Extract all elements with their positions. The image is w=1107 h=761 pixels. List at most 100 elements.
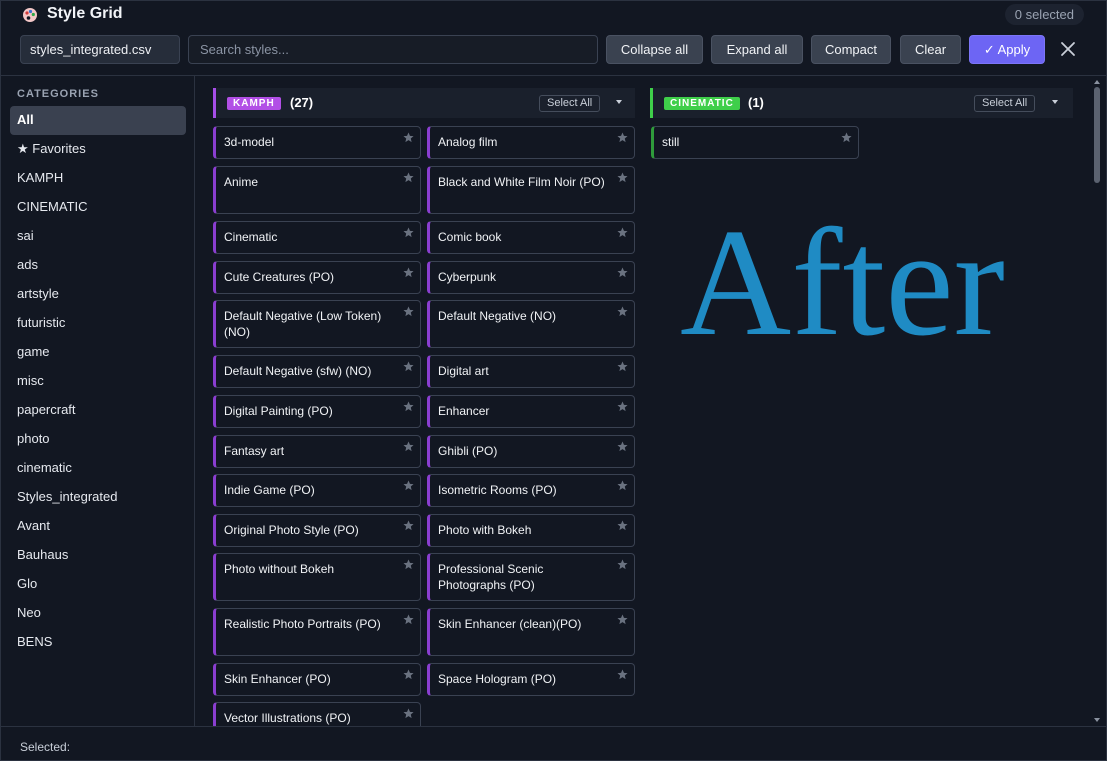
category-item-neo[interactable]: Neo xyxy=(10,599,186,628)
style-card[interactable]: 3d-model xyxy=(213,126,421,159)
select-all-button[interactable]: Select All xyxy=(974,95,1036,112)
style-card[interactable]: Cute Creatures (PO) xyxy=(213,261,421,294)
style-card[interactable]: Cyberpunk xyxy=(427,261,635,294)
star-icon[interactable] xyxy=(617,480,628,491)
star-icon[interactable] xyxy=(617,132,628,143)
star-icon[interactable] xyxy=(617,669,628,680)
style-card[interactable]: still xyxy=(651,126,859,159)
star-icon[interactable] xyxy=(403,172,414,183)
category-item-cinematic-upper[interactable]: CINEMATIC xyxy=(10,193,186,222)
category-item-sai[interactable]: sai xyxy=(10,222,186,251)
star-icon[interactable] xyxy=(617,306,628,317)
star-icon[interactable] xyxy=(403,132,414,143)
style-card[interactable]: Professional Scenic Photographs (PO) xyxy=(427,553,635,601)
app-title: Style Grid xyxy=(47,5,123,22)
star-icon[interactable] xyxy=(617,227,628,238)
category-item-glo[interactable]: Glo xyxy=(10,570,186,599)
star-icon[interactable] xyxy=(403,708,414,719)
search-input[interactable] xyxy=(188,35,598,64)
style-card[interactable]: Skin Enhancer (PO) xyxy=(213,663,421,696)
star-icon[interactable] xyxy=(617,441,628,452)
star-icon[interactable] xyxy=(403,227,414,238)
style-card[interactable]: Indie Game (PO) xyxy=(213,474,421,507)
expand-all-button[interactable]: Expand all xyxy=(711,35,803,64)
category-item-artstyle[interactable]: artstyle xyxy=(10,280,186,309)
select-all-button[interactable]: Select All xyxy=(539,95,601,112)
category-item-bens[interactable]: BENS xyxy=(10,628,186,657)
selected-label: Selected: xyxy=(20,740,71,754)
star-icon[interactable] xyxy=(403,401,414,412)
category-item-kamph[interactable]: KAMPH xyxy=(10,164,186,193)
category-item-game[interactable]: game xyxy=(10,338,186,367)
style-card[interactable]: Default Negative (Low Token) (NO) xyxy=(213,300,421,348)
clear-button[interactable]: Clear xyxy=(900,35,961,64)
star-icon[interactable] xyxy=(403,559,414,570)
star-icon[interactable] xyxy=(617,401,628,412)
style-card[interactable]: Black and White Film Noir (PO) xyxy=(427,166,635,214)
star-icon[interactable] xyxy=(617,614,628,625)
star-icon[interactable] xyxy=(617,361,628,372)
style-card[interactable]: Skin Enhancer (clean)(PO) xyxy=(427,608,635,656)
category-item-cinematic[interactable]: cinematic xyxy=(10,454,186,483)
star-icon[interactable] xyxy=(617,559,628,570)
group-header-cinematic[interactable]: CINEMATIC (1) Select All xyxy=(650,88,1073,118)
style-card[interactable]: Vector Illustrations (PO) xyxy=(213,702,421,726)
style-card[interactable]: Comic book xyxy=(427,221,635,254)
star-icon[interactable] xyxy=(403,614,414,625)
compact-button[interactable]: Compact xyxy=(811,35,891,64)
star-icon[interactable] xyxy=(617,520,628,531)
scrollbar-thumb[interactable] xyxy=(1094,87,1100,183)
style-card[interactable]: Photo without Bokeh xyxy=(213,553,421,601)
star-icon[interactable] xyxy=(403,441,414,452)
star-icon[interactable] xyxy=(403,480,414,491)
star-icon[interactable] xyxy=(617,172,628,183)
star-icon[interactable] xyxy=(403,267,414,278)
category-item-avant[interactable]: Avant xyxy=(10,512,186,541)
style-card[interactable]: Enhancer xyxy=(427,395,635,428)
style-card[interactable]: Fantasy art xyxy=(213,435,421,468)
star-icon[interactable] xyxy=(403,306,414,317)
style-card[interactable]: Digital art xyxy=(427,355,635,388)
style-card[interactable]: Space Hologram (PO) xyxy=(427,663,635,696)
scroll-up-icon[interactable] xyxy=(1094,79,1100,85)
style-card[interactable]: Anime xyxy=(213,166,421,214)
collapse-all-button[interactable]: Collapse all xyxy=(606,35,703,64)
category-item-papercraft[interactable]: papercraft xyxy=(10,396,186,425)
style-card[interactable]: Photo with Bokeh xyxy=(427,514,635,547)
style-card[interactable]: Realistic Photo Portraits (PO) xyxy=(213,608,421,656)
chevron-down-icon[interactable] xyxy=(614,97,624,107)
category-item-ads[interactable]: ads xyxy=(10,251,186,280)
style-card[interactable]: Default Negative (NO) xyxy=(427,300,635,348)
star-icon[interactable] xyxy=(403,669,414,680)
star-icon[interactable] xyxy=(403,361,414,372)
category-item-misc[interactable]: misc xyxy=(10,367,186,396)
style-card[interactable]: Isometric Rooms (PO) xyxy=(427,474,635,507)
group-count: (27) xyxy=(290,95,314,110)
category-item-favorites[interactable]: ★ Favorites xyxy=(10,135,186,164)
style-card[interactable]: Default Negative (sfw) (NO) xyxy=(213,355,421,388)
csv-file-select[interactable]: styles_integrated.csv xyxy=(20,35,180,64)
category-item-all[interactable]: All xyxy=(10,106,186,135)
style-card[interactable]: Ghibli (PO) xyxy=(427,435,635,468)
close-icon[interactable] xyxy=(1058,39,1078,59)
style-card-label: Enhancer xyxy=(438,404,490,418)
category-item-bauhaus[interactable]: Bauhaus xyxy=(10,541,186,570)
chevron-down-icon[interactable] xyxy=(1050,97,1060,107)
category-item-futuristic[interactable]: futuristic xyxy=(10,309,186,338)
style-card[interactable]: Original Photo Style (PO) xyxy=(213,514,421,547)
category-item-styles-integrated[interactable]: Styles_integrated xyxy=(10,483,186,512)
style-card-label: Vector Illustrations (PO) xyxy=(224,711,351,725)
style-card[interactable]: Analog film xyxy=(427,126,635,159)
scroll-down-icon[interactable] xyxy=(1094,717,1100,723)
style-card-label: Digital art xyxy=(438,364,489,378)
category-item-photo[interactable]: photo xyxy=(10,425,186,454)
star-icon[interactable] xyxy=(617,267,628,278)
group-count: (1) xyxy=(748,95,764,110)
group-kamph: KAMPH (27) Select All xyxy=(213,88,635,118)
group-header-kamph[interactable]: KAMPH (27) Select All xyxy=(213,88,635,118)
star-icon[interactable] xyxy=(403,520,414,531)
apply-button[interactable]: ✓ Apply xyxy=(969,35,1045,64)
style-card[interactable]: Digital Painting (PO) xyxy=(213,395,421,428)
star-icon[interactable] xyxy=(841,132,852,143)
style-card[interactable]: Cinematic xyxy=(213,221,421,254)
